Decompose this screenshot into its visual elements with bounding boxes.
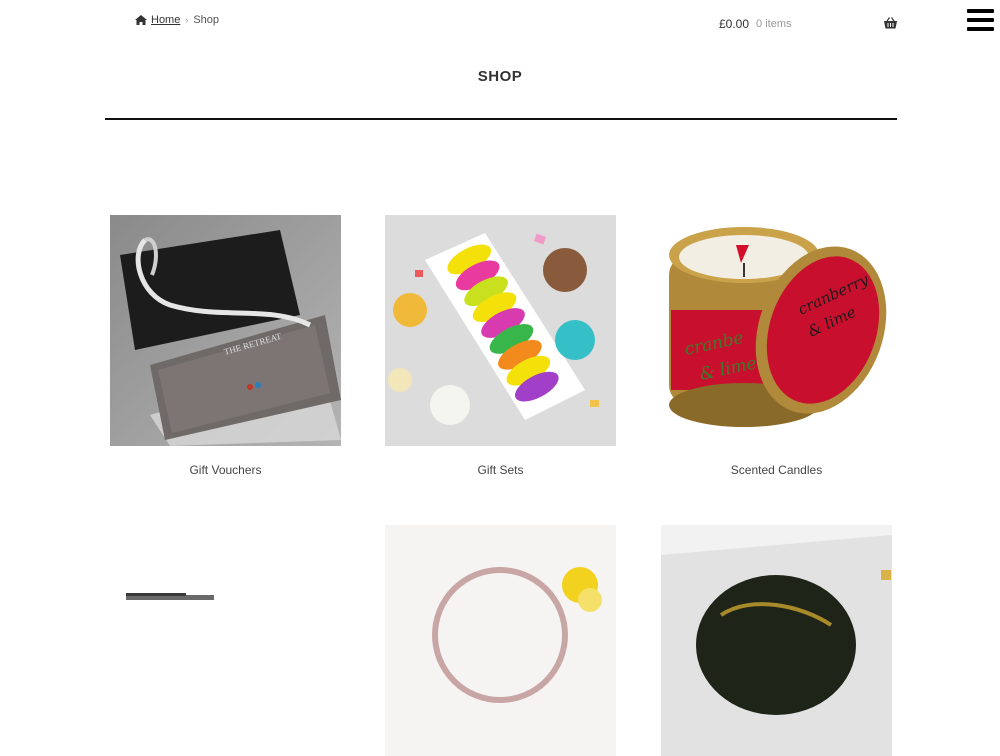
breadcrumb-home-link[interactable]: Home xyxy=(151,14,180,26)
product-card[interactable] xyxy=(661,525,892,756)
product-card-scented-candles[interactable]: cranberry & lime cranbe & lime Scented C… xyxy=(661,215,892,477)
partial-product-image[interactable] xyxy=(385,525,616,756)
product-name[interactable]: Gift Sets xyxy=(385,463,616,477)
product-card[interactable] xyxy=(385,525,616,756)
cart-amount[interactable]: £0.00 xyxy=(719,17,749,31)
breadcrumb-current: Shop xyxy=(193,14,220,26)
breadcrumb-separator: › xyxy=(185,15,189,25)
product-name[interactable]: Scented Candles xyxy=(661,463,892,477)
product-card-gift-sets[interactable]: Gift Sets xyxy=(385,215,616,477)
cranberry-lime-candle-tin-image[interactable]: cranberry & lime cranbe & lime xyxy=(661,215,892,446)
home-icon xyxy=(135,15,147,25)
cart-item-count[interactable]: 0 items xyxy=(756,18,791,30)
breadcrumb: Home › Shop xyxy=(135,14,219,26)
product-card-gift-vouchers[interactable]: THE RETREAT Gift Vouchers xyxy=(110,215,341,477)
macarons-box-image[interactable] xyxy=(385,215,616,446)
product-card[interactable] xyxy=(110,525,341,756)
hamburger-menu-icon[interactable] xyxy=(967,9,994,31)
gift-voucher-box-image[interactable]: THE RETREAT xyxy=(110,215,341,446)
partial-product-image[interactable] xyxy=(661,525,892,756)
product-name[interactable]: Gift Vouchers xyxy=(110,463,341,477)
basket-icon[interactable] xyxy=(884,17,897,29)
partial-product-image[interactable] xyxy=(110,525,341,756)
page-title: SHOP xyxy=(477,68,523,85)
title-divider xyxy=(105,118,897,120)
header-cart[interactable]: £0.00 0 items xyxy=(719,17,897,31)
